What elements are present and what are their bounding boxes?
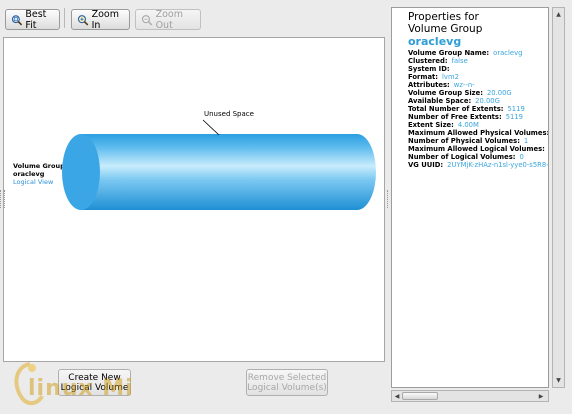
property-row: Clustered: false (408, 57, 468, 65)
unused-space-label: Unused Space (204, 110, 254, 118)
properties-header-line2: Volume Group (408, 23, 483, 35)
property-value: wz--n- (453, 81, 475, 89)
zoom-out-label: Zoom Out (155, 8, 183, 31)
zoom-in-label: Zoom In (91, 8, 119, 31)
property-key: Total Number of Extents: (408, 105, 504, 113)
watermark-text: linux Mi (28, 376, 134, 401)
property-row: VG UUID: 2UYMjK-zHAz-n1sl-yye0-s5R8-... (408, 161, 549, 169)
property-row: Extent Size: 4.00M (408, 121, 479, 129)
properties-horizontal-scrollbar[interactable]: ◀ ▶ (391, 390, 549, 402)
property-key: Number of Logical Volumes: (408, 153, 516, 161)
property-key: Number of Free Extents: (408, 113, 502, 121)
cylinder-body (81, 134, 376, 210)
property-value: 1 (523, 137, 529, 145)
properties-header-line1: Properties for (408, 11, 479, 23)
magnifier-best-fit-icon (11, 14, 23, 25)
property-key: System ID: (408, 65, 450, 73)
scroll-down-arrow-icon[interactable]: ▼ (554, 375, 563, 386)
unused-space-pointer (202, 119, 220, 136)
properties-vg-name: oraclevg (408, 35, 462, 48)
property-value: lvm2 (442, 73, 459, 81)
property-key: Maximum Allowed Logical Volumes: (408, 145, 545, 153)
scroll-left-arrow-icon[interactable]: ◀ (392, 391, 402, 401)
property-key: Attributes: (408, 81, 450, 89)
remove-logical-volumes-button[interactable]: Remove Selected Logical Volume(s) (246, 369, 328, 396)
remove-button-line1: Remove Selected (247, 373, 327, 383)
property-key: Format: (408, 73, 439, 81)
properties-header: Properties for Volume Group (408, 11, 482, 35)
horizontal-scroll-thumb[interactable] (402, 392, 438, 400)
property-row: Volume Group Size: 20.00G (408, 89, 512, 97)
property-value: oraclevg (493, 49, 523, 57)
property-value: 5119 (507, 105, 525, 113)
property-row: Maximum Allowed Logical Volumes:0 (408, 145, 548, 153)
property-key: Volume Group Size: (408, 89, 483, 97)
watermark-logo: linux Mi (8, 360, 138, 412)
property-row: System ID: (408, 65, 454, 73)
property-row: Maximum Allowed Physical Volumes:0 (408, 129, 549, 137)
property-row: Attributes: wz--n- (408, 81, 475, 89)
volume-group-cylinder[interactable] (4, 38, 384, 361)
property-key: VG UUID: (408, 161, 444, 169)
zoom-in-button[interactable]: Zoom In (71, 8, 130, 31)
scroll-up-arrow-icon[interactable]: ▲ (554, 9, 563, 20)
property-row: Volume Group Name: oraclevg (408, 49, 522, 57)
property-row: Format: lvm2 (408, 73, 459, 81)
remove-button-line2: Logical Volume(s) (247, 383, 327, 393)
best-fit-button[interactable]: Best Fit (5, 8, 60, 31)
property-key: Available Space: (408, 97, 472, 105)
property-key: Maximum Allowed Physical Volumes: (408, 129, 549, 137)
zoom-out-icon (141, 14, 153, 26)
property-value: false (451, 57, 468, 65)
property-row: Number of Free Extents: 5119 (408, 113, 523, 121)
property-key: Number of Physical Volumes: (408, 137, 520, 145)
property-value: 5119 (505, 113, 523, 121)
property-row: Number of Logical Volumes: 0 (408, 153, 524, 161)
properties-vertical-scrollbar[interactable]: ▲ ▼ (552, 7, 565, 388)
property-row: Number of Physical Volumes: 1 (408, 137, 528, 145)
zoom-in-icon (77, 14, 89, 26)
property-value: 20.00G (486, 89, 512, 97)
left-pane-grip[interactable] (0, 190, 5, 208)
property-value: 4.00M (457, 121, 479, 129)
property-value: 2UYMjK-zHAz-n1sl-yye0-s5R8-... (447, 161, 549, 169)
property-row: Total Number of Extents: 5119 (408, 105, 525, 113)
volume-group-canvas[interactable]: Volume Group oraclevg Logical View Unuse… (3, 37, 385, 362)
toolbar-separator (64, 8, 65, 28)
properties-panel: Properties for Volume Group oraclevg Vol… (391, 7, 549, 388)
property-key: Extent Size: (408, 121, 454, 129)
property-row: Available Space: 20.00G (408, 97, 500, 105)
best-fit-label: Best Fit (25, 8, 47, 31)
zoom-out-button[interactable]: Zoom Out (135, 8, 201, 31)
scroll-right-arrow-icon[interactable]: ▶ (536, 391, 546, 401)
property-key: Volume Group Name: (408, 49, 490, 57)
property-value: 0 (519, 153, 524, 161)
cylinder-left-cap (62, 134, 100, 210)
property-value: 20.00G (475, 97, 500, 105)
property-key: Clustered: (408, 57, 448, 65)
